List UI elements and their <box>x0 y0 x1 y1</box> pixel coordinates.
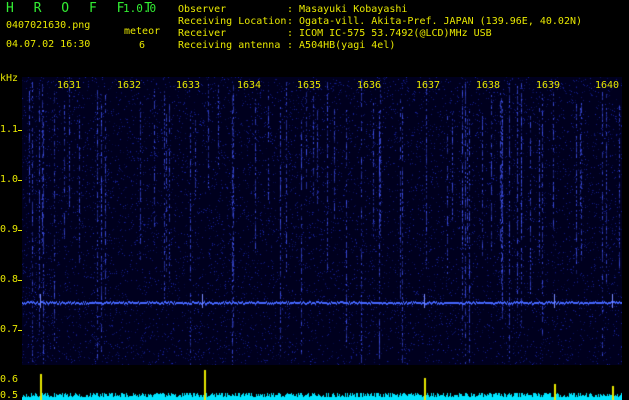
spectrogram-canvas <box>22 77 622 365</box>
date-time: 04.07.02 16:30 <box>6 39 91 50</box>
time-tick: 1639 <box>536 80 561 91</box>
lower-y-tick-label: 0.6 <box>0 374 19 385</box>
y-tick-mark <box>18 230 22 231</box>
spectrogram <box>22 77 622 365</box>
y-tick-label: 1.1 <box>0 124 19 135</box>
signal-level-canvas <box>22 368 622 400</box>
y-tick-label: 1.0 <box>0 174 19 185</box>
time-tick: 1638 <box>476 80 501 91</box>
y-tick-mark <box>18 280 22 281</box>
y-tick-label: 0.8 <box>0 274 19 285</box>
time-tick: 1635 <box>297 80 322 91</box>
time-tick: 1634 <box>237 80 262 91</box>
y-tick-label: 0.7 <box>0 324 19 335</box>
receiver-value: : ICOM IC-575 53.7492(@LCD)MHz USB <box>287 28 492 39</box>
time-tick: 1631 <box>57 80 82 91</box>
antenna-key: Receiving antenna <box>178 40 281 51</box>
y-tick-mark <box>18 330 22 331</box>
time-tick: 1633 <box>176 80 201 91</box>
y-tick-mark <box>18 180 22 181</box>
time-tick: 1636 <box>357 80 382 91</box>
file-name: 0407021630.png <box>6 20 91 31</box>
time-tick: 1640 <box>595 80 620 91</box>
observer-value: : Masayuki Kobayashi <box>287 4 408 15</box>
y-tick-mark <box>18 130 22 131</box>
location-key: Receiving Location <box>178 16 287 27</box>
y-tick-label: 0.9 <box>0 224 19 235</box>
app-version: 1.0.0 <box>123 2 157 15</box>
hroft-window: H R O F F T 1.0.0 0407021630.png meteor … <box>0 0 629 400</box>
signal-level-plot <box>22 368 622 400</box>
meteor-count: 6 <box>139 40 146 51</box>
y-unit-label: kHz <box>0 73 19 84</box>
time-tick: 1637 <box>416 80 441 91</box>
location-value: : Ogata-vill. Akita-Pref. JAPAN (139.96E… <box>287 16 583 27</box>
observer-key: Observer <box>178 4 227 15</box>
receiver-key: Receiver <box>178 28 227 39</box>
antenna-value: : A504HB(yagi 4el) <box>287 40 396 51</box>
lower-y-tick-label: 0.5 <box>0 390 19 400</box>
time-tick: 1632 <box>117 80 142 91</box>
meteor-label: meteor <box>124 26 161 37</box>
